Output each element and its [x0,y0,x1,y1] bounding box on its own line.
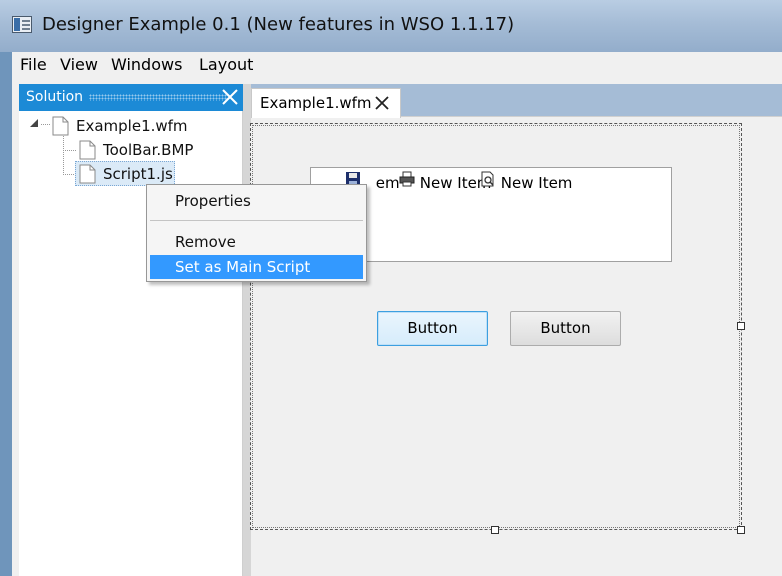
tree-item-label: Script1.js [103,165,173,183]
resize-handle-right[interactable] [737,322,745,330]
menu-file[interactable]: File [20,55,47,74]
menu-layout[interactable]: Layout [199,55,253,74]
tree-item-label: Example1.wfm [76,117,188,135]
solution-panel: Solution Example1.wfm ToolBar.BMP [19,84,243,576]
file-icon [79,164,96,184]
tree-item-toolbar-bmp[interactable]: ToolBar.BMP [79,139,193,161]
form-button-2[interactable]: Button [510,311,621,346]
context-menu: Properties Remove Set as Main Script [146,184,367,282]
printer-icon [399,171,415,187]
tree-connector [41,124,51,125]
solution-panel-title: Solution [26,89,84,105]
form-button-1[interactable]: Button [377,311,488,346]
tree-item-script1-js[interactable]: Script1.js [79,163,173,185]
file-icon [79,140,96,160]
file-icon [52,116,69,136]
menu-bar: File View Windows Layout [12,52,782,78]
toolbar-item-label: New Item [500,174,573,192]
menu-view[interactable]: View [60,55,98,74]
close-icon[interactable] [374,95,390,111]
context-menu-remove[interactable]: Remove [150,230,363,254]
menu-windows[interactable]: Windows [111,55,182,74]
panel-grip[interactable] [89,94,227,101]
tree-expand-triangle-icon[interactable] [30,118,40,128]
print-preview-icon [481,171,494,187]
close-icon[interactable] [219,86,241,108]
app-window-icon [12,16,32,33]
resize-handle-bottom-right[interactable] [737,526,745,534]
title-bar[interactable]: Designer Example 0.1 (New features in WS… [0,0,782,52]
toolbar-item-print[interactable]: New Item [399,171,491,192]
toolbar-item-label: em [375,174,400,192]
context-menu-set-main-script[interactable]: Set as Main Script [150,255,363,279]
solution-panel-header[interactable]: Solution [19,84,243,111]
tree-item-label: ToolBar.BMP [103,141,194,159]
context-menu-separator [150,220,363,221]
tab-label: Example1.wfm [260,94,372,112]
tab-example1-wfm[interactable]: Example1.wfm [251,88,401,118]
resize-handle-bottom[interactable] [491,526,499,534]
window-title: Designer Example 0.1 (New features in WS… [42,14,515,35]
tree-item-example1-wfm[interactable]: Example1.wfm [52,115,188,137]
window-left-border [0,52,12,576]
toolbar-item-print-preview[interactable]: New Item [480,171,572,192]
tree-connector [63,136,64,174]
context-menu-properties[interactable]: Properties [150,189,363,213]
tree-connector [63,150,77,151]
